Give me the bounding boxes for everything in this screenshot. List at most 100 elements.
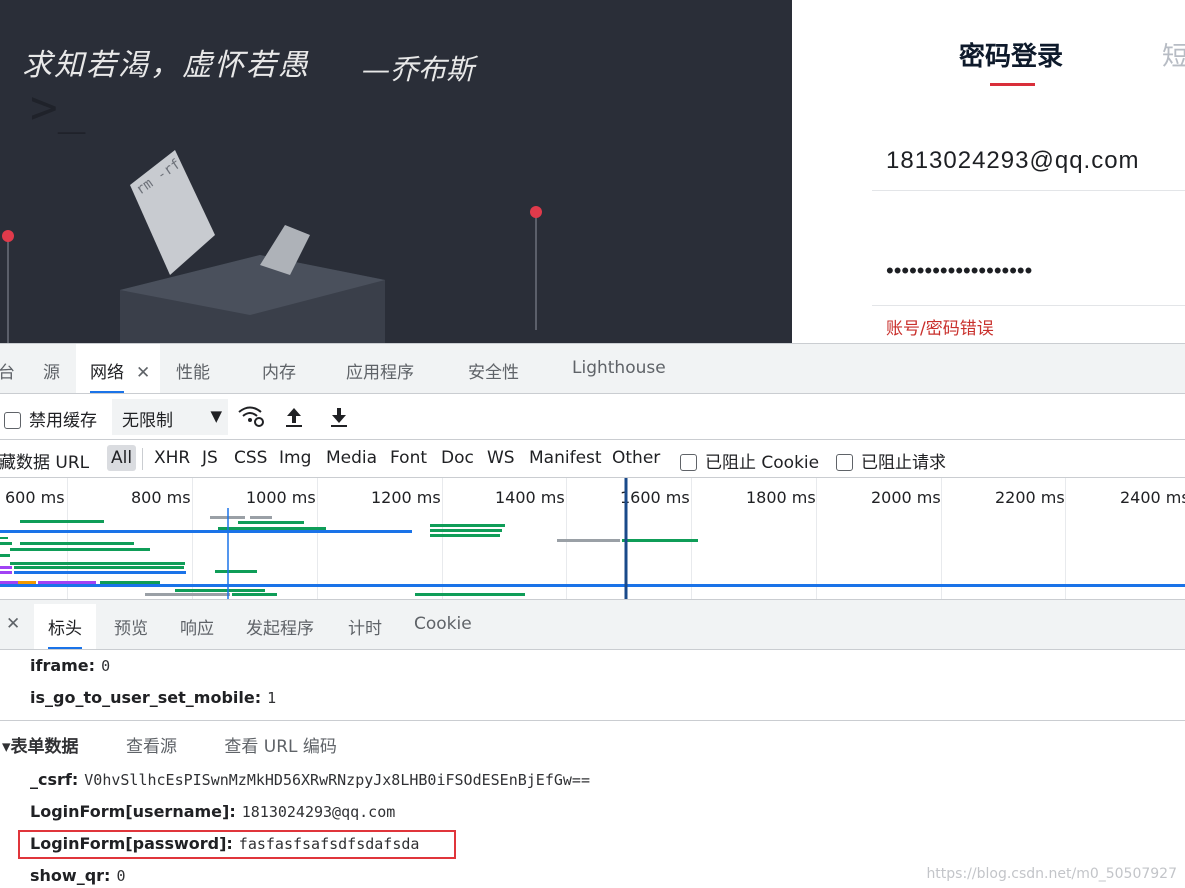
close-icon[interactable]: ✕ (136, 363, 150, 383)
tab-memory[interactable]: 内存 (262, 358, 296, 383)
request-bar (430, 524, 505, 527)
network-toolbar: 禁用缓存 无限制 ▼ (0, 394, 1185, 440)
blocked-requests-toggle[interactable]: 已阻止请求 (836, 448, 946, 473)
tab-sources[interactable]: 源 (43, 358, 60, 383)
tab-response[interactable]: 响应 (180, 614, 214, 639)
tab-sms-login[interactable]: 短 (1162, 36, 1185, 73)
form-data-row: LoginForm[password]: fasfasfsafsdfsdafsda (30, 834, 419, 853)
filter-media[interactable]: Media (326, 448, 377, 468)
tab-headers[interactable]: 标头 (34, 604, 96, 649)
tab-network[interactable]: 网络 ✕ (76, 344, 161, 393)
tab-application[interactable]: 应用程序 (346, 358, 414, 383)
query-param-row: iframe: 0 (30, 656, 110, 675)
tab-password-login[interactable]: 密码登录 (959, 36, 1063, 73)
form-data-row: _csrf: V0hvSllhcEsPISwnMzMkHD56XRwRNzpyJx… (30, 770, 590, 789)
request-bar (0, 554, 10, 557)
request-bar (0, 581, 18, 584)
close-icon[interactable]: ✕ (6, 614, 20, 634)
devtools-panel: 台 源 网络 ✕ 性能 内存 应用程序 安全性 Lighthouse 禁用缓存 无… (0, 343, 1185, 888)
filter-font[interactable]: Font (390, 448, 427, 468)
tab-initiator[interactable]: 发起程序 (246, 614, 314, 639)
hero-quote: 求知若渴，虚怀若愚 (22, 48, 310, 83)
password-value: ••••••••••••••••••• (886, 258, 1033, 283)
filter-xhr[interactable]: XHR (154, 448, 190, 468)
form-key: _csrf: (30, 770, 79, 789)
network-overview-timeline[interactable]: 600 ms 800 ms 1000 ms 1200 ms 1400 ms 16… (0, 478, 1185, 600)
paper-box-illustration: rm -rf (120, 150, 385, 343)
filter-img[interactable]: Img (279, 448, 311, 468)
form-data-section-header[interactable]: ▾表单数据 查看源 查看 URL 编码 (2, 732, 337, 757)
param-key: iframe: (30, 656, 96, 675)
filter-divider (142, 448, 143, 470)
throttling-select[interactable]: 无限制 ▼ (112, 399, 228, 435)
blocked-cookies-toggle[interactable]: 已阻止 Cookie (680, 448, 819, 473)
filter-js[interactable]: JS (202, 448, 218, 468)
request-bar (14, 571, 186, 574)
tab-network-label: 网络 (90, 363, 124, 383)
form-key: LoginForm[username]: (30, 802, 236, 821)
disable-cache-checkbox[interactable] (4, 412, 21, 429)
request-bar (14, 566, 184, 569)
tab-preview[interactable]: 预览 (114, 614, 148, 639)
form-value: V0hvSllhcEsPISwnMzMkHD56XRwRNzpyJx8LHB0i… (84, 771, 590, 789)
request-bar (238, 521, 304, 524)
filter-doc[interactable]: Doc (441, 448, 474, 468)
tab-security[interactable]: 安全性 (468, 358, 519, 383)
request-bar (218, 527, 326, 530)
blocked-cookies-checkbox[interactable] (680, 454, 697, 471)
filter-ws[interactable]: WS (487, 448, 515, 468)
tab-performance[interactable]: 性能 (176, 358, 210, 383)
request-bars-group (0, 516, 1185, 596)
devtools-tab-bar: 台 源 网络 ✕ 性能 内存 应用程序 安全性 Lighthouse (0, 344, 1185, 394)
form-key: LoginForm[password]: (30, 834, 233, 853)
blocked-cookies-label: 已阻止 Cookie (705, 453, 820, 473)
username-value: 1813024293@qq.com (886, 147, 1140, 174)
blocked-requests-label: 已阻止请求 (861, 453, 946, 473)
filter-all[interactable]: All (107, 445, 137, 471)
request-bar (0, 542, 12, 545)
timeline-request-bars (0, 478, 1185, 599)
request-bar (0, 537, 8, 539)
decor-pin-left (7, 240, 9, 343)
wifi-settings-icon[interactable] (237, 404, 265, 428)
filter-css[interactable]: CSS (234, 448, 267, 468)
username-field[interactable]: 1813024293@qq.com (872, 135, 1185, 191)
tab-lighthouse[interactable]: Lighthouse (572, 358, 666, 378)
login-hero-banner: 求知若渴，虚怀若愚 —乔布斯 >_ rm -rf (0, 0, 792, 343)
request-bar (415, 593, 525, 596)
blocked-requests-checkbox[interactable] (836, 454, 853, 471)
request-bar (0, 566, 12, 569)
throttling-value: 无限制 (122, 411, 173, 431)
form-value: fasfasfsafsdfsdafsda (238, 835, 420, 853)
param-value: 0 (101, 657, 111, 675)
request-bar (430, 529, 502, 532)
tab-console[interactable]: 台 (0, 358, 15, 383)
request-bar (145, 593, 230, 596)
download-icon[interactable] (329, 406, 349, 428)
form-data-row: LoginForm[username]: 1813024293@qq.com (30, 802, 395, 821)
request-bar (0, 530, 412, 533)
param-value: 1 (267, 689, 277, 707)
disable-cache-toggle[interactable]: 禁用缓存 (4, 406, 97, 431)
request-bar (20, 520, 104, 523)
tab-timing[interactable]: 计时 (348, 614, 382, 639)
filter-manifest[interactable]: Manifest (529, 448, 602, 468)
form-data-title: ▾表单数据 (2, 737, 79, 757)
filter-other[interactable]: Other (612, 448, 660, 468)
tab-cookies[interactable]: Cookie (414, 614, 472, 634)
upload-icon[interactable] (284, 406, 304, 428)
request-bar (557, 539, 620, 542)
request-bar (10, 562, 185, 565)
password-field[interactable]: ••••••••••••••••••• (872, 250, 1185, 306)
decor-pin-head-right (530, 206, 542, 218)
form-data-row: show_qr: 0 (30, 866, 125, 885)
view-source-link[interactable]: 查看源 (126, 737, 177, 757)
login-error-message: 账号/密码错误 (886, 319, 994, 339)
hide-data-url-toggle[interactable]: 隐藏数据 URL (0, 448, 89, 473)
request-bar (38, 581, 96, 584)
section-divider (0, 720, 1185, 721)
request-bar (430, 534, 500, 537)
decor-pin-head-left (2, 230, 14, 242)
view-url-encoded-link[interactable]: 查看 URL 编码 (224, 737, 337, 757)
active-tab-indicator (48, 647, 82, 649)
